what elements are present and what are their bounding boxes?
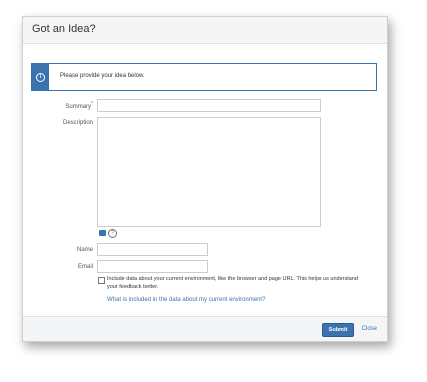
info-message: Please provide your idea below. [60, 73, 145, 79]
email-input[interactable] [97, 260, 208, 273]
include-environment-checkbox[interactable] [98, 277, 105, 284]
summary-label-text: Summary [65, 104, 92, 110]
required-asterisk: * [91, 101, 93, 107]
submit-button[interactable]: Submit [322, 323, 354, 337]
help-icon[interactable]: ? [108, 229, 117, 238]
summary-input[interactable] [97, 99, 321, 112]
info-message-box: i Please provide your idea below. [31, 63, 377, 91]
email-label: Email [77, 264, 93, 270]
info-icon-bar: i [32, 64, 49, 90]
wiki-markup-icon[interactable] [99, 230, 106, 236]
close-link[interactable]: Close [362, 326, 377, 332]
summary-label: Summary* [33, 101, 93, 110]
dialog-header: Got an Idea? [23, 17, 387, 44]
name-label: Name [76, 247, 93, 253]
info-icon: i [36, 73, 45, 82]
description-label: Description [62, 120, 93, 126]
feedback-dialog: Got an Idea? i Please provide your idea … [22, 16, 388, 342]
name-input[interactable] [97, 243, 208, 256]
dialog-footer: Submit Close [23, 316, 387, 341]
environment-data-link[interactable]: What is included in the data about my cu… [107, 297, 265, 303]
dialog-title: Got an Idea? [32, 23, 96, 35]
description-textarea[interactable] [97, 117, 321, 227]
include-environment-text: Include data about your current environm… [107, 276, 358, 290]
